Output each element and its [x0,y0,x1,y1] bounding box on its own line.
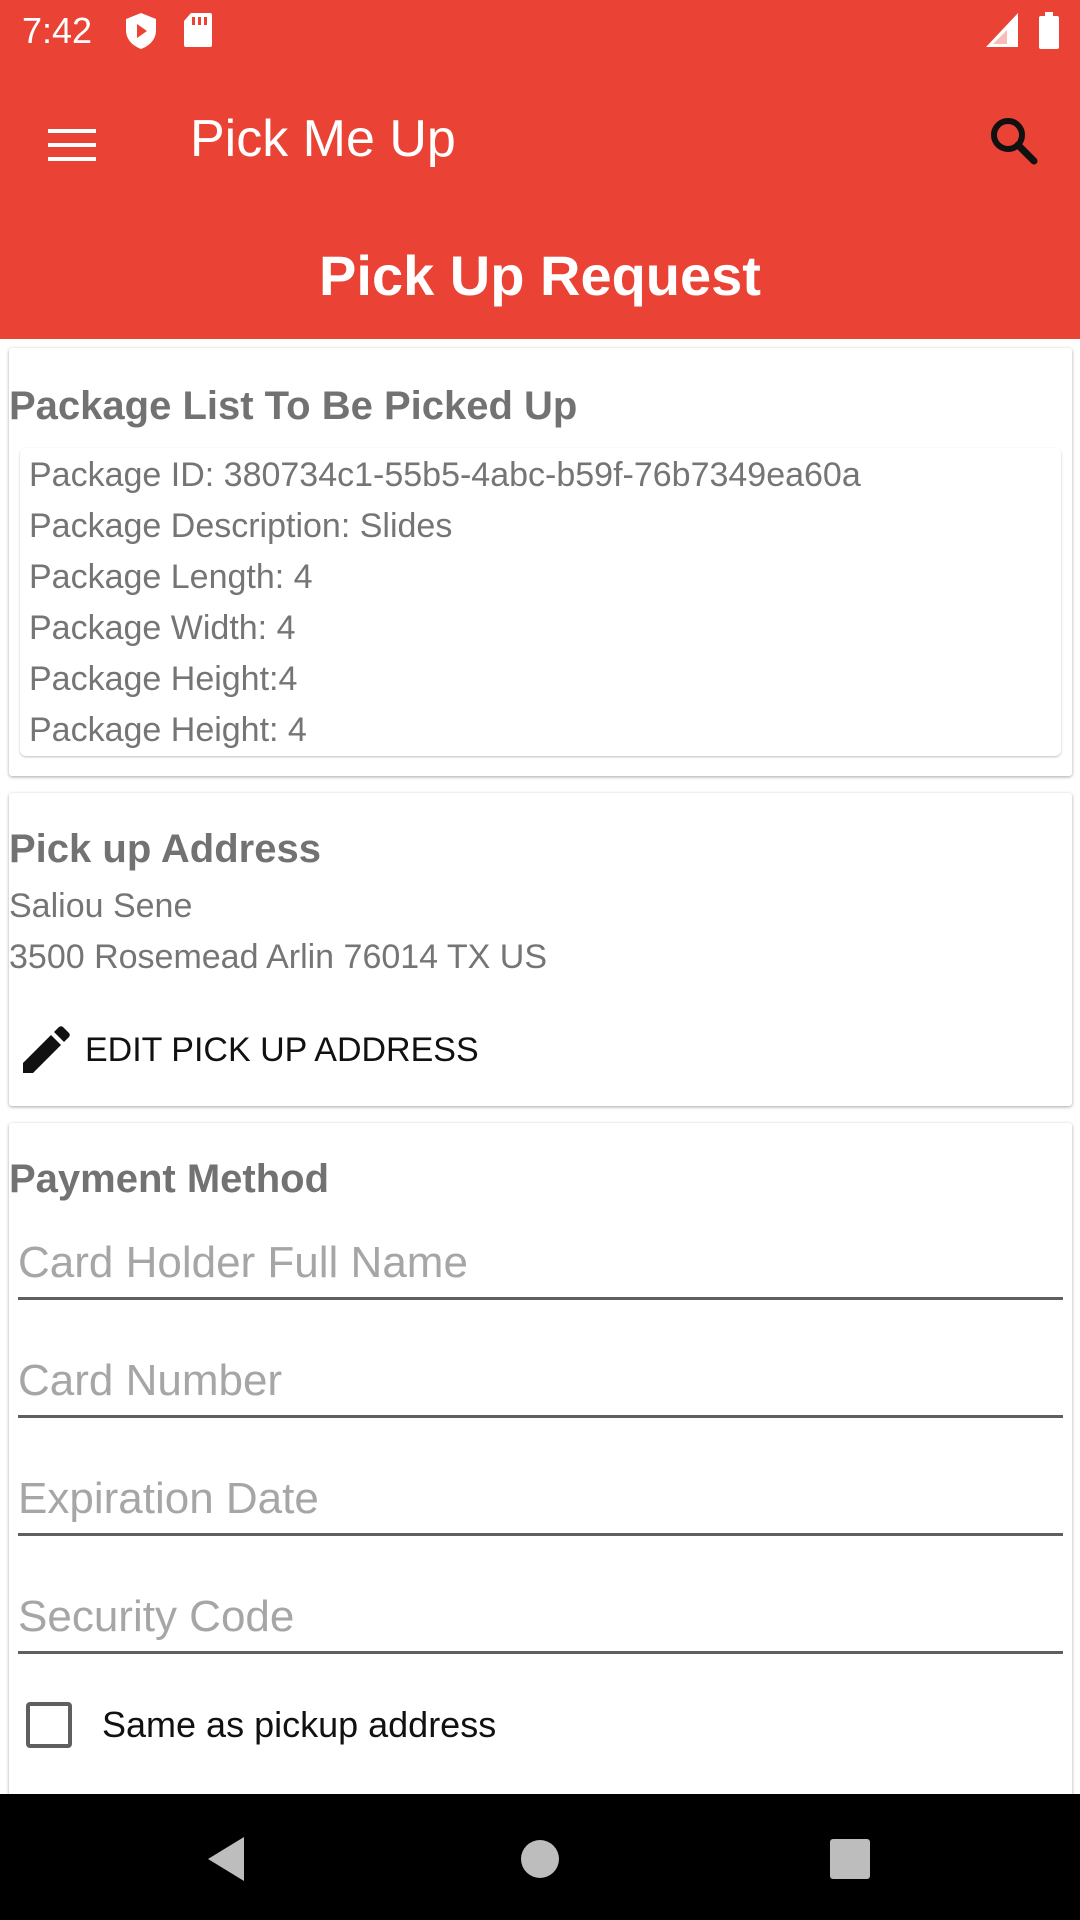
checkbox-box[interactable] [26,1702,72,1748]
recents-button[interactable] [818,1827,882,1891]
payment-method-card: Payment Method Same as pickup address [9,1123,1072,1803]
battery-icon [1038,12,1060,55]
menu-button[interactable] [40,113,104,177]
app-bar: Pick Me Up Pick Up Request [0,63,1080,339]
recents-icon [830,1839,870,1879]
pickup-address-title: Pick up Address [9,827,321,871]
back-button[interactable] [196,1827,260,1891]
same-as-pickup-checkbox[interactable]: Same as pickup address [26,1698,626,1758]
menu-icon [48,129,96,161]
sd-card-icon [183,12,213,53]
card-number-input[interactable] [18,1346,1063,1415]
package-list-card: Package List To Be Picked Up Package ID:… [9,348,1072,776]
same-as-pickup-label: Same as pickup address [102,1704,497,1745]
payment-method-title: Payment Method [9,1157,330,1201]
signal-icon [985,12,1019,53]
expiration-date-input[interactable] [18,1464,1063,1533]
package-item[interactable]: Package ID: 380734c1-55b5-4abc-b59f-76b7… [20,448,1061,756]
security-code-field[interactable] [18,1582,1063,1654]
card-holder-input[interactable] [18,1228,1063,1297]
pickup-address-card: Pick up Address Saliou Sene 3500 Rosemea… [9,793,1072,1106]
back-icon [208,1837,244,1881]
security-code-input[interactable] [18,1582,1063,1651]
app-title: Pick Me Up [190,110,456,168]
home-icon [521,1840,559,1878]
package-id: Package ID: 380734c1-55b5-4abc-b59f-76b7… [29,456,861,494]
package-height-2: Package Height: 4 [29,711,307,749]
package-description: Package Description: Slides [29,507,453,545]
card-holder-field[interactable] [18,1228,1063,1300]
package-width: Package Width: 4 [29,609,296,647]
package-length: Package Length: 4 [29,558,313,596]
status-bar: 7:42 [0,0,1080,63]
edit-pickup-address-label: EDIT PICK UP ADDRESS [85,1031,479,1069]
package-height: Package Height:4 [29,660,298,698]
pickup-name: Saliou Sene [9,887,193,925]
page-heading: Pick Up Request [319,244,761,307]
pencil-icon [23,1026,70,1073]
home-button[interactable] [508,1827,572,1891]
card-number-field[interactable] [18,1346,1063,1418]
edit-pickup-address-button[interactable]: EDIT PICK UP ADDRESS [13,1021,533,1081]
package-list-title: Package List To Be Picked Up [9,384,578,428]
status-time: 7:42 [22,10,93,51]
pickup-address: 3500 Rosemead Arlin 76014 TX US [9,938,548,976]
system-nav-bar [0,1794,1080,1920]
shield-play-icon [124,12,158,55]
search-icon [991,118,1038,165]
search-button[interactable] [982,109,1046,173]
expiration-date-field[interactable] [18,1464,1063,1536]
